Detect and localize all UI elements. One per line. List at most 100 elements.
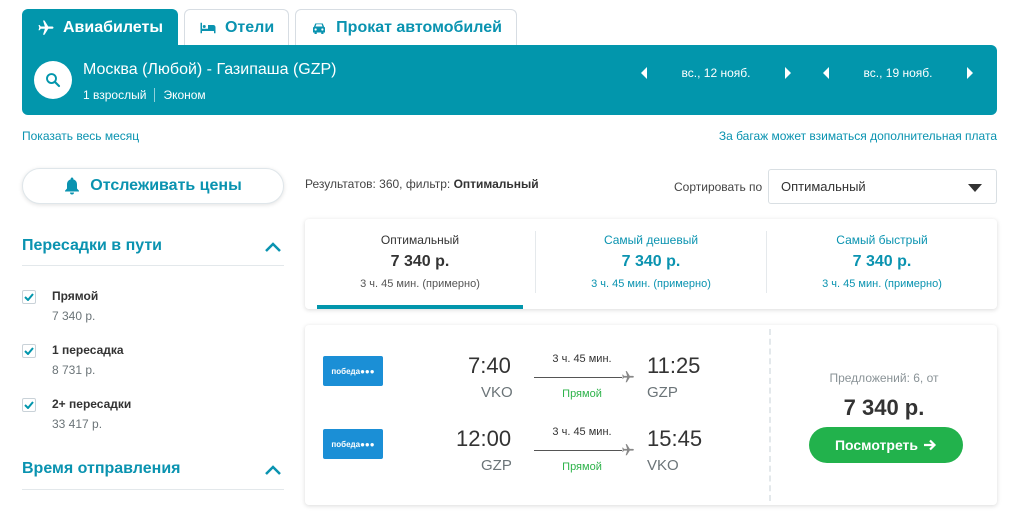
logo-dots: ●●● [360,439,375,449]
chevron-up-icon[interactable] [264,464,282,476]
caret-down-icon [968,184,982,192]
sort-tab-title: Самый дешевый [603,233,699,247]
depart-date[interactable]: вс., 12 нояб. [651,66,781,80]
product-tabs: Авиабилеты Отели Прокат автомобилей [22,9,517,45]
ticket-card[interactable]: победа ●●● 7:40 VKO 3 ч. 45 мин. Прямой 1… [305,325,997,505]
flight-duration: 3 ч. 45 мин. [552,353,612,365]
check-icon [24,401,34,409]
stops-label: Прямой [562,461,602,473]
track-prices-label: Отслеживать цены [90,177,242,194]
sort-tab-title: Самый быстрый [836,233,928,247]
show-month-link[interactable]: Показать весь месяц [22,129,139,143]
sort-tabs: Оптимальный 7 340 р. 3 ч. 45 мин. (приме… [305,219,997,309]
offers-count: Предложений: 6, от [829,371,939,385]
sort-tab-price: 7 340 р. [621,253,681,270]
check-icon [24,293,34,301]
checkbox[interactable] [22,290,36,304]
filter-stops-one[interactable]: 1 пересадка 8 731 р. [22,343,124,377]
sort-tab-optimal[interactable]: Оптимальный 7 340 р. 3 ч. 45 мин. (приме… [305,219,535,309]
tab-hotels[interactable]: Отели [183,9,290,45]
return-date[interactable]: вс., 19 нояб. [833,66,963,80]
divider [154,88,156,102]
arrow-right-icon [924,439,937,451]
plane-icon [37,19,55,37]
checkbox[interactable] [22,398,36,412]
sort-tab-cheapest[interactable]: Самый дешевый 7 340 р. 3 ч. 45 мин. (при… [536,219,766,309]
sort-tab-title: Оптимальный [380,233,460,247]
sort-tab-price: 7 340 р. [852,253,912,270]
results-filter-name: Оптимальный [453,177,539,191]
depart-date-picker: вс., 12 нояб. [637,61,795,85]
sort-select[interactable]: Оптимальный [768,169,997,204]
prev-return-date-button[interactable] [819,67,833,79]
chevron-up-icon[interactable] [264,241,282,253]
sort-label: Сортировать по [674,180,763,194]
departure-time: 7:40 [468,353,511,378]
results-summary: Результатов: 360, фильтр: Оптимальный [305,177,539,191]
arrival-airport: GZP [647,384,678,401]
tab-label: Отели [224,18,275,36]
chevron-left-icon [641,67,647,79]
check-icon [24,347,34,355]
sort-tab-duration: 3 ч. 45 мин. (примерно) [591,278,711,290]
filter-name: 1 пересадка [52,343,124,357]
car-icon [310,19,328,37]
chevron-right-icon [967,67,973,79]
next-return-date-button[interactable] [963,67,977,79]
bell-icon [64,177,80,195]
results-count: Результатов: 360, фильтр: [305,177,454,191]
chevron-left-icon [823,67,829,79]
logo-dots: ●●● [360,366,375,376]
filter-stops-two-plus[interactable]: 2+ пересадки 33 417 р. [22,397,131,431]
departure-time-section-title[interactable]: Время отправления [22,460,181,478]
sort-tab-price: 7 340 р. [390,253,450,270]
track-prices-button[interactable]: Отслеживать цены [22,168,284,204]
stops-section-title[interactable]: Пересадки в пути [22,237,162,255]
sort-selected-value: Оптимальный [781,179,866,194]
baggage-fee-link[interactable]: За багаж может взиматься дополнительная … [719,129,997,143]
cabin-text: Эконом [163,88,206,102]
arrival-time: 15:45 [647,426,703,451]
plane-icon [622,371,634,383]
plane-icon [622,444,634,456]
filter-stops-direct[interactable]: Прямой 7 340 р. [22,289,98,323]
bed-icon [199,19,217,37]
tab-car-rental[interactable]: Прокат автомобилей [295,9,517,45]
view-deal-label: Посмотреть [834,437,919,453]
tab-label: Прокат автомобилей [336,18,502,36]
arrival-time: 11:25 [647,353,701,378]
passengers-text: 1 взрослый [83,88,147,102]
filter-name: 2+ пересадки [52,397,132,411]
departure-airport: VKO [481,384,513,401]
filter-price: 33 417 р. [52,417,103,431]
stops-label: Прямой [562,388,602,400]
ticket-price: 7 340 р. [843,395,925,420]
route-line [534,450,622,451]
divider [22,265,284,266]
route-text[interactable]: Москва (Любой) - Газипаша (GZP) [83,61,337,79]
airline-name: победа [331,439,361,449]
airline-logo: победа ●●● [323,429,383,459]
divider [22,489,284,490]
departure-time: 12:00 [456,426,512,451]
sort-tab-duration: 3 ч. 45 мин. (примерно) [822,278,942,290]
return-date-picker: вс., 19 нояб. [819,61,977,85]
route-line [534,377,622,378]
airline-logo: победа ●●● [323,356,383,386]
departure-airport: GZP [481,457,512,474]
next-depart-date-button[interactable] [781,67,795,79]
airline-name: победа [331,366,361,376]
filter-price: 8 731 р. [52,363,96,377]
filter-price: 7 340 р. [52,309,96,323]
flight-duration: 3 ч. 45 мин. [552,426,612,438]
active-tab-indicator [317,305,523,309]
view-deal-button[interactable]: Посмотреть [809,427,963,463]
search-button[interactable] [34,61,72,99]
checkbox[interactable] [22,344,36,358]
prev-depart-date-button[interactable] [637,67,651,79]
search-icon [46,73,61,88]
passenger-cabin-summary[interactable]: 1 взрослый Эконом [83,88,206,102]
tab-flights[interactable]: Авиабилеты [22,9,178,45]
sort-tab-fastest[interactable]: Самый быстрый 7 340 р. 3 ч. 45 мин. (при… [767,219,997,309]
filter-name: Прямой [52,289,99,303]
